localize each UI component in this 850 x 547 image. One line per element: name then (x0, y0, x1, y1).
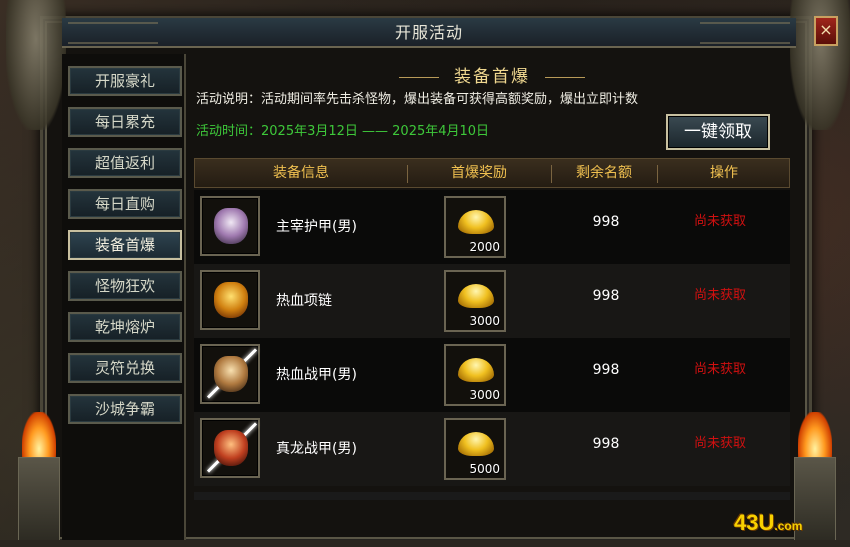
remaining-count: 998 (592, 288, 620, 304)
first-drop-panel: 装备首爆 活动说明：活动期间率先击杀怪物，爆出装备可获得高额奖励，爆出立即计数 … (190, 54, 794, 496)
reward-slot[interactable]: 3000 (444, 270, 506, 332)
title-deco-line-right (545, 76, 586, 78)
item-slot[interactable] (200, 196, 260, 256)
close-button[interactable]: × (814, 16, 838, 46)
sidebar-item-monster-carnival[interactable]: 怪物狂欢 (68, 271, 182, 301)
table-row: 主宰护甲(男) 2000 998 尚未获取 (194, 190, 790, 264)
sidebar-item-rebate[interactable]: 超值返利 (68, 148, 182, 178)
sidebar-item-talisman-exchange[interactable]: 灵符兑换 (68, 353, 182, 383)
list-scroll-edge (194, 492, 790, 500)
window-title-bar: 开服活动 (62, 18, 796, 48)
column-header-equipment: 装备信息 (273, 165, 329, 181)
gold-ingot-icon (458, 358, 494, 382)
item-slot[interactable] (200, 344, 260, 404)
table-row: 真龙战甲(男) 5000 998 尚未获取 (194, 412, 790, 486)
item-slot[interactable] (200, 418, 260, 478)
status-text: 尚未获取 (694, 214, 747, 229)
remaining-count: 998 (592, 436, 620, 452)
battle-armor-icon (214, 356, 248, 392)
left-dragon-ornament (6, 0, 66, 130)
reward-slot[interactable]: 3000 (444, 344, 506, 406)
remaining-count: 998 (592, 214, 620, 230)
dragon-armor-icon (214, 430, 248, 466)
table-row: 热血项链 3000 998 尚未获取 (194, 264, 790, 338)
status-text: 尚未获取 (694, 436, 747, 451)
armor-icon (214, 208, 248, 244)
sidebar-item-daily-recharge[interactable]: 每日累充 (68, 107, 182, 137)
item-slot[interactable] (200, 270, 260, 330)
site-logo: 43U.com (734, 510, 802, 536)
gold-ingot-icon (458, 432, 494, 456)
column-header-remaining: 剩余名额 (576, 165, 632, 181)
title-ornament-left (68, 22, 158, 44)
reward-amount: 5000 (469, 462, 500, 476)
table-header: 装备信息 首爆奖励 剩余名额 操作 (194, 158, 790, 188)
sidebar-item-furnace[interactable]: 乾坤熔炉 (68, 312, 182, 342)
sidebar-item-daily-purchase[interactable]: 每日直购 (68, 189, 182, 219)
item-name: 真龙战甲(男) (276, 441, 357, 457)
item-name: 热血项链 (276, 293, 332, 309)
reward-amount: 2000 (469, 240, 500, 254)
column-header-reward: 首爆奖励 (451, 165, 507, 181)
left-torch-fire-icon (22, 412, 56, 458)
right-torch-fire-icon (798, 412, 832, 458)
reward-slot[interactable]: 2000 (444, 196, 506, 258)
status-text: 尚未获取 (694, 362, 747, 377)
column-header-action: 操作 (710, 165, 738, 181)
reward-slot[interactable]: 5000 (444, 418, 506, 480)
item-name: 热血战甲(男) (276, 367, 357, 383)
gold-ingot-icon (458, 210, 494, 234)
sidebar-item-first-drop[interactable]: 装备首爆 (68, 230, 182, 260)
table-row: 热血战甲(男) 3000 998 尚未获取 (194, 338, 790, 412)
title-ornament-right (700, 22, 790, 44)
activity-description: 活动说明：活动期间率先击杀怪物，爆出装备可获得高额奖励，爆出立即计数 (196, 92, 639, 107)
left-torch-pillar (18, 457, 60, 547)
window-title: 开服活动 (394, 23, 463, 42)
claim-all-button[interactable]: 一键领取 (666, 114, 770, 150)
status-text: 尚未获取 (694, 288, 747, 303)
activity-sidebar: 开服豪礼 每日累充 超值返利 每日直购 装备首爆 怪物狂欢 乾坤熔炉 灵符兑换 … (62, 54, 186, 540)
activity-time: 活动时间：2025年3月12日 —— 2025年4月10日 (196, 124, 490, 139)
item-name: 主宰护甲(男) (276, 219, 357, 235)
remaining-count: 998 (592, 362, 620, 378)
title-deco-line-left (398, 76, 439, 78)
gold-ingot-icon (458, 284, 494, 308)
section-title: 装备首爆 (454, 67, 530, 87)
reward-amount: 3000 (469, 388, 500, 402)
sidebar-item-opening-gift[interactable]: 开服豪礼 (68, 66, 182, 96)
game-hud-strip (0, 540, 850, 547)
logo-suffix: .com (774, 519, 803, 533)
sidebar-item-siege-war[interactable]: 沙城争霸 (68, 394, 182, 424)
section-title-wrap: 装备首爆 (190, 62, 794, 87)
necklace-icon (214, 282, 248, 318)
logo-text: 43U (734, 510, 775, 535)
reward-amount: 3000 (469, 314, 500, 328)
